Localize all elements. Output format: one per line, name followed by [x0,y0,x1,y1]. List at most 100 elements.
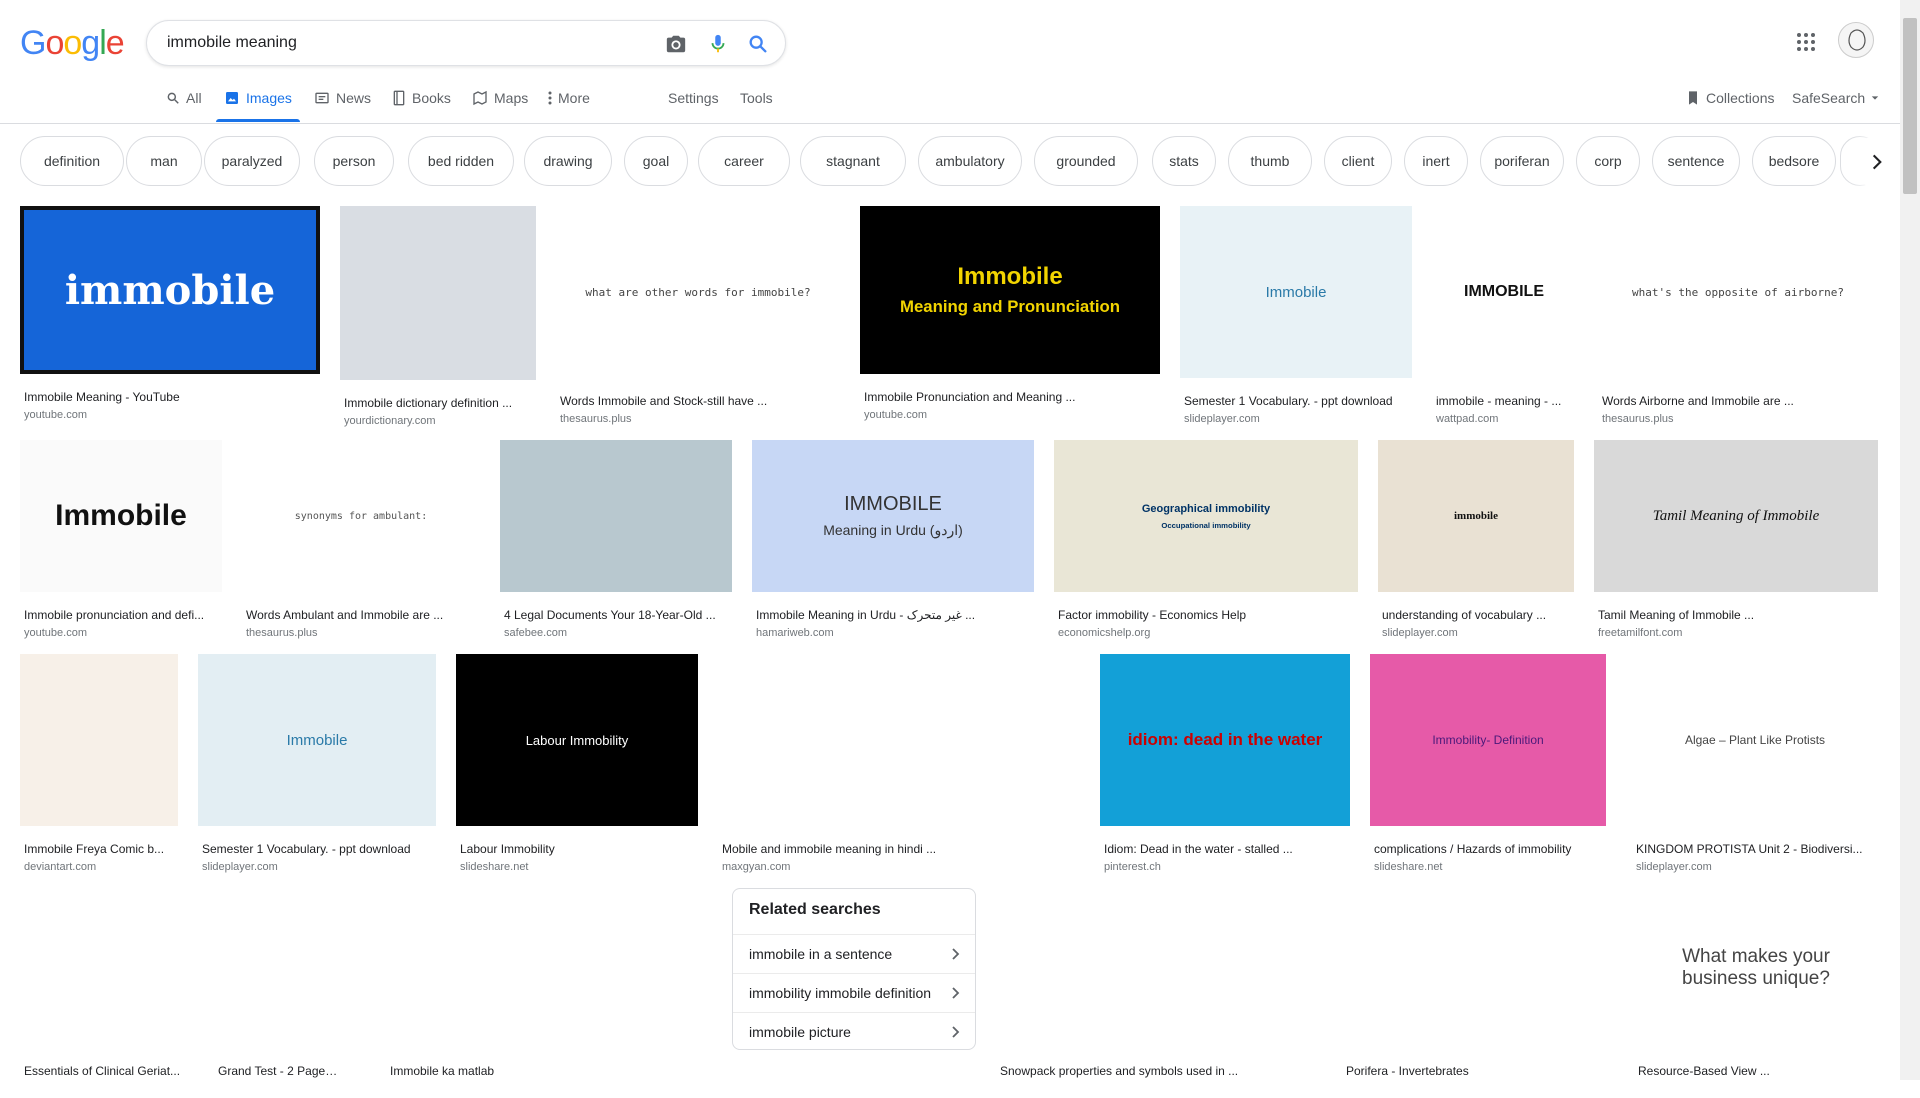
result-title[interactable]: Porifera - Invertebrates [1346,1064,1530,1078]
result-title[interactable]: Immobile pronunciation and defi... [24,608,220,622]
image-thumbnail[interactable]: Immobile [20,440,222,592]
suggestion-chip[interactable]: drawing [524,136,612,186]
image-result-card[interactable]: Immobile Semester 1 Vocabulary. - ppt dow… [198,654,436,876]
result-source[interactable]: thesaurus.plus [560,413,838,425]
image-result-card[interactable]: Immobile Semester 1 Vocabulary. - ppt dow… [1180,206,1412,428]
suggestion-chip[interactable]: thumb [1228,136,1312,186]
image-thumbnail[interactable]: synonyms for ambulant: [242,440,480,592]
image-result-card[interactable]: immobile understanding of vocabulary ... s… [1378,440,1574,642]
result-title[interactable]: Words Airborne and Immobile are ... [1602,394,1876,408]
image-thumbnail[interactable] [500,440,732,592]
image-thumbnail[interactable]: what are other words for immobile? [556,206,840,378]
result-title[interactable]: KINGDOM PROTISTA Unit 2 - Biodiversi... [1636,842,1876,856]
image-thumbnail[interactable]: immobile [20,206,320,374]
collections-link[interactable]: Collections [1686,90,1774,106]
image-thumbnail[interactable] [20,888,194,1048]
result-source[interactable]: pinterest.ch [1104,861,1348,873]
result-title[interactable]: Tamil Meaning of Immobile ... [1598,608,1876,622]
image-result-card[interactable]: Immobile dictionary definition ... yourdi… [340,206,536,430]
chips-next-button[interactable] [1852,136,1902,188]
image-result-card[interactable]: Grand Test - 2 Pages 1 ... [214,888,344,1098]
result-source[interactable]: slideplayer.com [1382,627,1572,639]
related-search-item[interactable]: immobility immobile definition [733,973,975,1011]
suggestion-chip[interactable]: bed ridden [408,136,514,186]
result-source[interactable]: youtube.com [864,409,1158,421]
suggestion-chip[interactable]: person [314,136,394,186]
suggestion-chip[interactable]: stats [1152,136,1216,186]
result-title[interactable]: Snowpack properties and symbols used in … [1000,1064,1320,1078]
result-title[interactable]: Idiom: Dead in the water - stalled ... [1104,842,1348,856]
suggestion-chip[interactable]: paralyzed [204,136,300,186]
result-source[interactable]: freetamilfont.com [1598,627,1876,639]
result-title[interactable]: Immobile Pronunciation and Meaning ... [864,390,1158,404]
suggestion-chip[interactable]: man [126,136,202,186]
result-source[interactable]: slideplayer.com [202,861,434,873]
image-thumbnail[interactable] [1342,888,1532,1048]
result-title[interactable]: Mobile and immobile meaning in hindi ... [722,842,1078,856]
suggestion-chip[interactable]: bedsore [1752,136,1836,186]
result-source[interactable]: thesaurus.plus [1602,413,1876,425]
image-thumbnail[interactable]: Geographical immobility Occupational immo… [1054,440,1358,592]
result-title[interactable]: Grand Test - 2 Pages 1 ... [218,1064,342,1078]
image-thumbnail[interactable]: Immobile [1180,206,1412,378]
tab-more[interactable]: More [548,90,590,106]
result-source[interactable]: economicshelp.org [1058,627,1356,639]
image-thumbnail[interactable]: IMMOBILE Meaning in Urdu (اردو) [752,440,1034,592]
apps-grid-icon[interactable] [1796,32,1816,52]
image-result-card[interactable]: Immobile ka matlab [386,888,712,1098]
suggestion-chip[interactable]: definition [20,136,124,186]
result-title[interactable]: Immobile ka matlab [390,1064,710,1078]
result-source[interactable]: slideplayer.com [1184,413,1410,425]
image-thumbnail[interactable]: Immobile [198,654,436,826]
image-result-card[interactable]: Geographical immobility Occupational immo… [1054,440,1358,642]
result-title[interactable]: Labour Immobility [460,842,696,856]
result-title[interactable]: Immobile Freya Comic b... [24,842,176,856]
image-result-card[interactable]: Immobile Meaning and Pronunciation Immobil… [860,206,1160,424]
suggestion-chip[interactable]: corp [1576,136,1640,186]
image-thumbnail[interactable]: Labour Immobility [456,654,698,826]
google-logo[interactable]: Google [20,24,125,63]
image-result-card[interactable]: Porifera - Invertebrates [1342,888,1532,1098]
result-title[interactable]: Essentials of Clinical Geriat... [24,1064,192,1078]
result-title[interactable]: Words Ambulant and Immobile are ... [246,608,478,622]
result-source[interactable]: slideshare.net [460,861,696,873]
result-title[interactable]: complications / Hazards of immobility [1374,842,1604,856]
result-source[interactable]: safebee.com [504,627,730,639]
tab-books[interactable]: Books [392,90,451,106]
vertical-scrollbar[interactable] [1900,0,1920,1080]
suggestion-chip[interactable]: sentence [1652,136,1740,186]
image-result-card[interactable]: immobile Immobile Meaning - YouTube youtub… [20,206,320,424]
image-thumbnail[interactable] [996,888,1322,1048]
image-thumbnail[interactable]: What makes your business unique? [1634,888,1878,1048]
result-source[interactable]: slideplayer.com [1636,861,1876,873]
suggestion-chip[interactable]: ambulatory [918,136,1022,186]
suggestion-chip[interactable]: client [1324,136,1392,186]
image-thumbnail[interactable]: IMMOBILE [1432,206,1576,378]
result-source[interactable]: yourdictionary.com [344,415,534,427]
image-thumbnail[interactable] [214,888,344,1048]
image-result-card[interactable]: Mobile and immobile meaning in hindi ...… [718,654,1080,876]
result-source[interactable]: maxgyan.com [722,861,1078,873]
scrollbar-thumb[interactable] [1903,18,1917,194]
image-result-card[interactable]: idiom: dead in the water Idiom: Dead in t… [1100,654,1350,876]
settings-link[interactable]: Settings [668,90,719,106]
tools-link[interactable]: Tools [740,90,773,106]
related-search-item[interactable]: immobile picture [733,1012,975,1050]
result-title[interactable]: understanding of vocabulary ... [1382,608,1572,622]
image-thumbnail[interactable]: Immobile Meaning and Pronunciation [860,206,1160,374]
image-thumbnail[interactable]: Tamil Meaning of Immobile [1594,440,1878,592]
suggestion-chip[interactable]: grounded [1034,136,1138,186]
avatar[interactable] [1838,22,1874,58]
result-title[interactable]: Factor immobility - Economics Help [1058,608,1356,622]
result-title[interactable]: Words Immobile and Stock-still have ... [560,394,838,408]
search-icon[interactable] [747,33,769,55]
image-result-card[interactable]: Tamil Meaning of Immobile Tamil Meaning o… [1594,440,1878,642]
image-result-card[interactable]: 4 Legal Documents Your 18-Year-Old ... sa… [500,440,732,642]
image-thumbnail[interactable]: Immobility- Definition [1370,654,1606,826]
suggestion-chip[interactable]: inert [1404,136,1468,186]
result-source[interactable]: youtube.com [24,409,318,421]
image-thumbnail[interactable] [386,888,712,1048]
image-result-card[interactable]: Immobile Immobile pronunciation and defi.… [20,440,222,642]
image-result-card[interactable]: what are other words for immobile? Words … [556,206,840,428]
tab-images[interactable]: Images [224,90,292,106]
